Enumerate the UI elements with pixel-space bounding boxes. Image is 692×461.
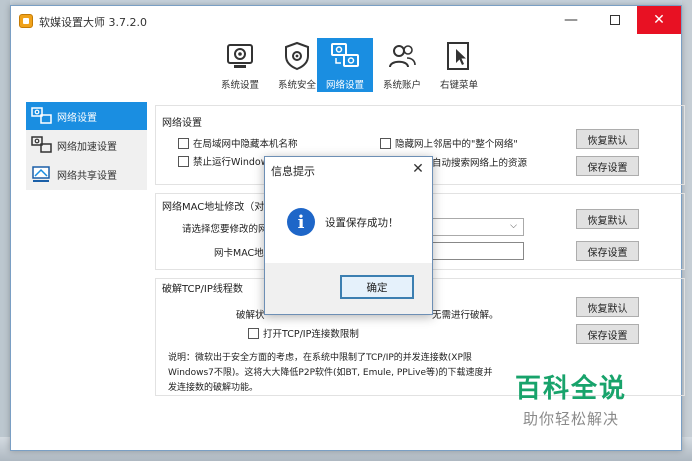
checkbox-box[interactable] — [248, 327, 259, 339]
restore-default-button[interactable]: 恢复默认 — [576, 297, 639, 317]
group-title: 网络MAC地址修改（对无 — [162, 198, 275, 213]
users-icon — [389, 45, 416, 68]
tab-label: 系统设置 — [220, 80, 259, 91]
sidebar: 网络设置 网络加速设置 网络共享设置 — [26, 102, 147, 190]
checkbox-label: 隐藏网上邻居中的"整个网络" — [395, 139, 518, 150]
tab-system-settings[interactable]: 系统设置 — [212, 38, 268, 92]
sidebar-item-label: 网络加速设置 — [57, 141, 117, 153]
dialog-body: i 设置保存成功！ — [265, 183, 432, 263]
restore-default-button[interactable]: 恢复默认 — [576, 209, 639, 229]
sidebar-item-network-sharing[interactable]: 网络共享设置 — [26, 160, 147, 188]
checkbox-label: 在局域网中隐藏本机名称 — [193, 139, 298, 150]
tab-network-settings[interactable]: 网络设置 — [317, 38, 373, 92]
adapter-select[interactable]: ⌵ — [432, 218, 524, 236]
crack-status-label: 破解状 — [236, 310, 265, 321]
tab-label: 网络设置 — [325, 80, 364, 91]
cursor-menu-icon — [447, 42, 469, 70]
crack-status-value: 无需进行破解。 — [432, 310, 499, 321]
dialog-footer: 确定 — [265, 263, 432, 314]
watermark-subtitle: 助你轻松解决 — [523, 410, 620, 428]
tab-label: 系统账户 — [382, 80, 421, 91]
mac-address-input[interactable] — [432, 242, 524, 260]
sidebar-item-label: 网络共享设置 — [57, 170, 117, 182]
info-icon: i — [287, 208, 315, 236]
hide-entire-network-checkbox[interactable]: 隐藏网上邻居中的"整个网络" — [380, 136, 518, 150]
maximize-button[interactable] — [593, 6, 637, 34]
tab-context-menu[interactable]: 右键菜单 — [431, 38, 487, 92]
info-dialog: 信息提示 ✕ i 设置保存成功！ 确定 — [264, 156, 433, 315]
checkbox-box[interactable] — [178, 155, 189, 167]
minimize-button[interactable]: — — [549, 6, 593, 34]
gear-chip-icon — [227, 44, 253, 68]
save-settings-button[interactable]: 保存设置 — [576, 156, 639, 176]
tcp-description: 说明：微软出于安全方面的考虑，在系统中限制了TCP/IP的并发连接数(XP限Wi… — [168, 353, 493, 393]
close-button[interactable]: ✕ — [637, 6, 681, 34]
tab-label: 系统安全 — [277, 80, 316, 91]
title-bar: 软媒设置大师 3.7.2.0 — ✕ — [11, 6, 681, 34]
hide-computer-name-checkbox[interactable]: 在局域网中隐藏本机名称 — [178, 136, 298, 150]
auto-search-label: 自动搜索网络上的资源 — [432, 158, 528, 169]
chevron-down-icon: ⌵ — [510, 221, 517, 231]
network-computers-icon — [31, 107, 52, 124]
dialog-message: 设置保存成功！ — [325, 217, 399, 229]
enable-tcp-limit-checkbox[interactable]: 打开TCP/IP连接数限制 — [248, 326, 359, 340]
network-share-icon — [32, 166, 50, 182]
desktop-background-left — [0, 0, 10, 461]
watermark-title: 百科全说 — [515, 374, 628, 404]
checkbox-box[interactable] — [380, 137, 391, 149]
dialog-close-button[interactable]: ✕ — [408, 159, 428, 179]
tab-system-accounts[interactable]: 系统账户 — [374, 38, 430, 92]
ok-button[interactable]: 确定 — [340, 275, 414, 299]
adapter-select-label: 请选择您要修改的网 — [182, 224, 268, 235]
network-speed-icon — [31, 136, 52, 153]
sidebar-item-network-acceleration[interactable]: 网络加速设置 — [26, 131, 147, 159]
save-settings-button[interactable]: 保存设置 — [576, 324, 639, 344]
group-title: 破解TCP/IP线程数 — [162, 280, 243, 295]
mac-address-label: 网卡MAC地 — [214, 248, 264, 259]
group-title: 网络设置 — [162, 114, 202, 129]
sidebar-item-label: 网络设置 — [57, 112, 97, 124]
save-settings-button[interactable]: 保存设置 — [576, 241, 639, 261]
app-logo-icon — [19, 14, 33, 28]
checkbox-label: 打开TCP/IP连接数限制 — [263, 329, 359, 340]
sidebar-item-network-settings[interactable]: 网络设置 — [26, 102, 147, 130]
shield-gear-icon — [285, 41, 309, 71]
dialog-title: 信息提示 — [271, 165, 315, 178]
checkbox-label: 禁止运行Window — [193, 157, 269, 168]
checkbox-box[interactable] — [178, 137, 189, 149]
disable-windows-checkbox[interactable]: 禁止运行Window — [178, 154, 268, 168]
watermark: 百科全说 助你轻松解决 — [499, 368, 669, 436]
network-computers-icon — [331, 43, 359, 67]
window-title: 软媒设置大师 3.7.2.0 — [39, 16, 147, 29]
maximize-icon — [610, 15, 620, 25]
main-toolbar: 系统设置 系统安全 网络设置 系统账户 右键菜单 — [11, 34, 681, 96]
restore-default-button[interactable]: 恢复默认 — [576, 129, 639, 149]
tab-label: 右键菜单 — [439, 80, 478, 91]
